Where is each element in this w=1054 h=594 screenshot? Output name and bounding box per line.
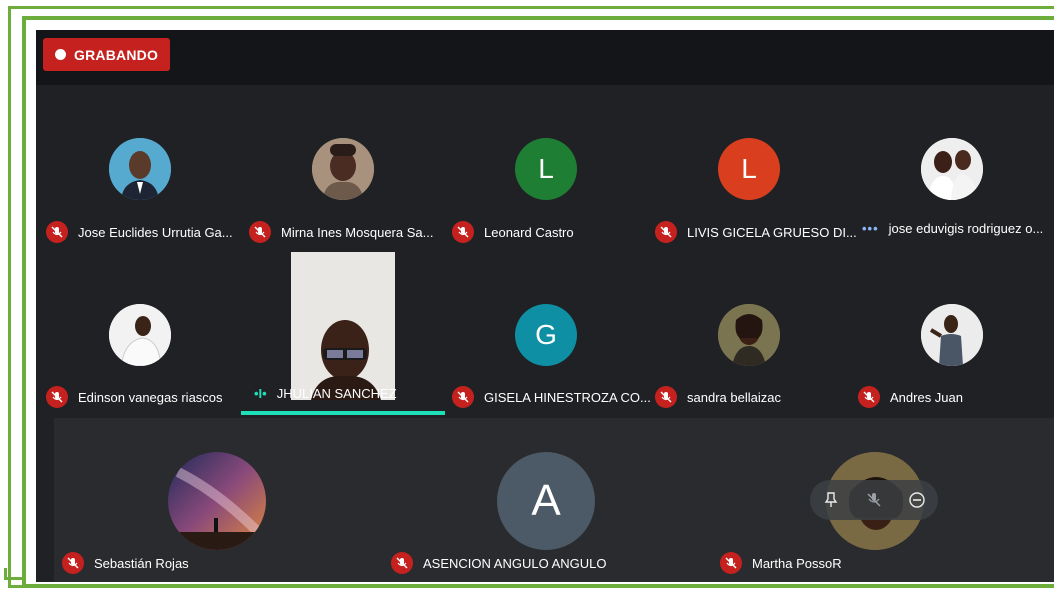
mic-off-icon (655, 221, 677, 243)
avatar-leonard-castro[interactable]: L (515, 138, 577, 200)
person-photo-icon (921, 138, 983, 200)
mic-off-icon (655, 386, 677, 408)
milky-way-photo-icon (168, 452, 266, 550)
avatar-sandra-bellaizac[interactable] (718, 304, 780, 366)
participant-name: ASENCION ANGULO ANGULO (423, 555, 607, 571)
remove-icon[interactable] (908, 491, 926, 509)
avatar-initial: G (535, 319, 557, 350)
mic-off-icon (858, 386, 880, 408)
participant-label: ASENCION ANGULO ANGULO (391, 552, 607, 574)
participant-label: Mirna Ines Mosquera Sa... (249, 221, 433, 243)
speaking-indicator-bar (241, 411, 445, 415)
pin-icon[interactable] (822, 491, 840, 509)
participant-name: JHULIAN SANCHEZ (276, 386, 397, 401)
participant-label: Sebastián Rojas (62, 552, 189, 574)
participant-label: GISELA HINESTROZA CO... (452, 386, 651, 408)
person-photo-icon (312, 138, 374, 200)
mic-off-icon (62, 552, 84, 574)
avatar-andres-juan[interactable] (921, 304, 983, 366)
avatar-gisela-hinestroza[interactable]: G (515, 304, 577, 366)
avatar-mirna-ines[interactable] (312, 138, 374, 200)
participant-name: GISELA HINESTROZA CO... (484, 389, 651, 405)
participant-label: LIVIS GICELA GRUESO DI... (655, 221, 857, 243)
person-photo-icon (718, 304, 780, 366)
participant-name: Leonard Castro (484, 224, 574, 240)
person-photo-icon (109, 138, 171, 200)
participant-video-jhulian[interactable] (291, 252, 395, 400)
avatar-initial: A (531, 476, 561, 525)
participant-label: Andres Juan (858, 386, 963, 408)
participant-name: Martha PossoR (752, 555, 842, 571)
recording-dot-icon (55, 49, 66, 60)
participant-label: ••• jose eduvigis rodriguez o... (862, 221, 1043, 236)
participant-label: sandra bellaizac (655, 386, 781, 408)
more-options-icon[interactable]: ••• (862, 221, 879, 236)
avatar-sebastian-rojas[interactable] (168, 452, 266, 550)
mic-off-icon (720, 552, 742, 574)
avatar-jose-eduvigis[interactable] (921, 138, 983, 200)
participant-label: Leonard Castro (452, 221, 574, 243)
decorative-frame-corner (4, 568, 24, 580)
mic-off-icon (46, 386, 68, 408)
avatar-edinson-vanegas[interactable] (109, 304, 171, 366)
participant-name: Jose Euclides Urrutia Ga... (78, 224, 233, 240)
avatar-asencion-angulo[interactable]: A (497, 452, 595, 550)
person-photo-icon (109, 304, 171, 366)
mic-off-icon (452, 386, 474, 408)
avatar-initial: L (741, 153, 757, 184)
recording-badge: GRABANDO (43, 38, 171, 71)
avatar-livis-gicela[interactable]: L (718, 138, 780, 200)
participant-name: Mirna Ines Mosquera Sa... (281, 224, 434, 240)
participant-label: Edinson vanegas riascos (46, 386, 223, 408)
person-video-icon (291, 252, 395, 400)
participant-label: Jose Euclides Urrutia Ga... (46, 221, 233, 243)
mic-off-icon (46, 221, 68, 243)
participant-name: jose eduvigis rodriguez o... (888, 221, 1044, 236)
person-photo-icon (921, 304, 983, 366)
participant-hover-controls (810, 480, 938, 520)
participant-label: Martha PossoR (720, 552, 842, 574)
mic-off-icon (391, 552, 413, 574)
participant-name: LIVIS GICELA GRUESO DI... (687, 224, 857, 240)
participant-label: •I• JHULIAN SANCHEZ (254, 386, 397, 401)
avatar-jose-euclides[interactable] (109, 138, 171, 200)
mute-icon[interactable] (865, 491, 883, 509)
speaking-icon: •I• (254, 386, 267, 401)
participant-name: Edinson vanegas riascos (78, 389, 223, 405)
mic-off-icon (249, 221, 271, 243)
participant-name: Andres Juan (890, 389, 963, 405)
mic-off-icon (452, 221, 474, 243)
top-bar: GRABANDO (36, 30, 1054, 85)
meeting-window: GRABANDO Jose Euclides Urrutia Ga... Mir… (36, 30, 1054, 582)
recording-label: GRABANDO (74, 46, 159, 63)
participant-name: sandra bellaizac (687, 389, 781, 405)
avatar-initial: L (538, 153, 554, 184)
participant-name: Sebastián Rojas (94, 555, 189, 571)
